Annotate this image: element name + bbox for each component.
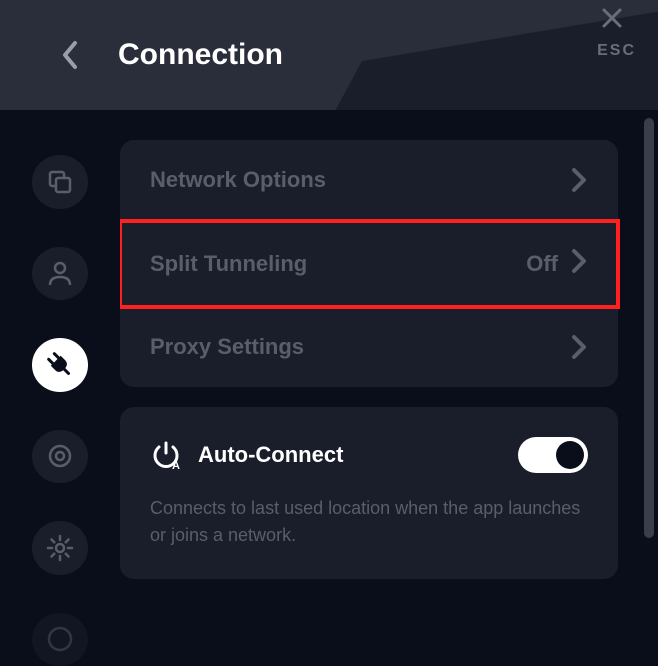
auto-connect-header: A Auto-Connect xyxy=(150,437,588,473)
connection-settings-group: Network Options Split Tunneling Off xyxy=(120,140,618,387)
content: Network Options Split Tunneling Off xyxy=(0,110,658,666)
auto-connect-card: A Auto-Connect Connects to last used loc… xyxy=(120,407,618,579)
plug-icon xyxy=(45,350,75,380)
chevron-right-icon xyxy=(570,247,588,280)
svg-text:A: A xyxy=(172,460,180,471)
toggle-knob xyxy=(556,441,584,469)
auto-connect-toggle[interactable] xyxy=(518,437,588,473)
chevron-left-icon xyxy=(60,39,80,71)
split-tunneling-label: Split Tunneling xyxy=(150,251,307,277)
help-icon xyxy=(46,625,74,653)
network-options-row[interactable]: Network Options xyxy=(120,140,618,221)
header: Connection ESC xyxy=(0,0,658,110)
back-button[interactable] xyxy=(50,35,90,75)
sidebar-item-privacy[interactable] xyxy=(32,430,88,484)
close-button[interactable] xyxy=(594,0,630,36)
gear-icon xyxy=(46,534,74,562)
chevron-right-icon xyxy=(570,166,588,194)
chevron-right-icon xyxy=(570,333,588,361)
power-auto-icon: A xyxy=(150,439,182,471)
sidebar-item-help[interactable] xyxy=(32,613,88,666)
sidebar-item-general[interactable] xyxy=(32,155,88,209)
proxy-settings-label: Proxy Settings xyxy=(150,334,304,360)
sidebar xyxy=(0,110,120,666)
sidebar-item-settings[interactable] xyxy=(32,521,88,575)
sidebar-item-connection[interactable] xyxy=(32,338,88,392)
auto-connect-description: Connects to last used location when the … xyxy=(150,495,588,549)
proxy-settings-row[interactable]: Proxy Settings xyxy=(120,307,618,387)
person-icon xyxy=(46,259,74,287)
close-icon xyxy=(600,6,624,30)
scrollbar[interactable] xyxy=(644,118,654,538)
sidebar-item-account[interactable] xyxy=(32,247,88,301)
auto-connect-title: Auto-Connect xyxy=(198,442,343,468)
network-options-label: Network Options xyxy=(150,167,326,193)
split-tunneling-value: Off xyxy=(526,251,558,277)
layers-icon xyxy=(46,168,74,196)
esc-label: ESC xyxy=(597,42,636,60)
main-content: Network Options Split Tunneling Off xyxy=(120,110,658,666)
split-tunneling-row[interactable]: Split Tunneling Off xyxy=(120,221,618,307)
circle-dot-icon xyxy=(46,442,74,470)
page-title: Connection xyxy=(118,38,283,72)
